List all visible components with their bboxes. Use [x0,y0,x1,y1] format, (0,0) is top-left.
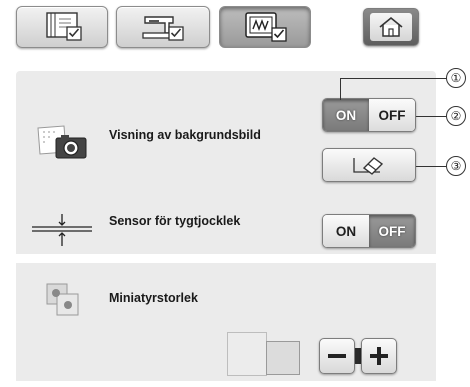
fabric-thickness-toggle[interactable]: ON OFF [322,214,416,248]
tab-page-settings[interactable] [16,6,108,48]
minus-icon [328,354,346,358]
callout-2: ② [446,106,466,126]
sewing-machine-settings-icon [142,16,184,41]
background-image-label: Visning av bakgrundsbild [109,128,261,142]
tab-embroidery-settings[interactable] [219,6,311,48]
plus-icon [370,347,388,365]
home-button[interactable] [363,8,419,46]
background-image-off-button[interactable]: OFF [369,99,415,131]
fabric-thickness-on-button[interactable]: ON [323,215,369,247]
thumbnail-size-icon [46,283,79,316]
tab-sewing-settings[interactable] [116,6,210,48]
callout-1: ① [446,68,466,88]
thumbnail-increase-button[interactable] [361,338,397,374]
background-image-toggle[interactable]: ON OFF [322,98,416,132]
home-icon [379,16,403,37]
page-settings-icon [46,12,82,41]
thumbnail-preview-large [227,332,267,376]
eraser-icon [353,157,384,175]
background-image-on-button[interactable]: ON [323,99,369,131]
thumbnail-decrease-button[interactable] [319,338,355,374]
thumbnail-preview-small [266,341,300,375]
fabric-thickness-icon [32,214,92,246]
camera-icon [37,125,87,159]
thumbnail-size-label: Miniatyrstorlek [109,291,198,305]
fabric-thickness-sensor-label: Sensor för tygtjocklek [109,214,241,228]
embroidery-settings-icon [245,12,287,42]
callout-line-1-drop [340,78,341,100]
callout-line-3 [416,166,446,167]
callout-line-1 [340,78,448,79]
callout-line-2 [416,116,446,117]
callout-3: ③ [446,156,466,176]
fabric-thickness-off-button[interactable]: OFF [369,215,415,247]
delete-background-image-button[interactable] [322,148,416,182]
